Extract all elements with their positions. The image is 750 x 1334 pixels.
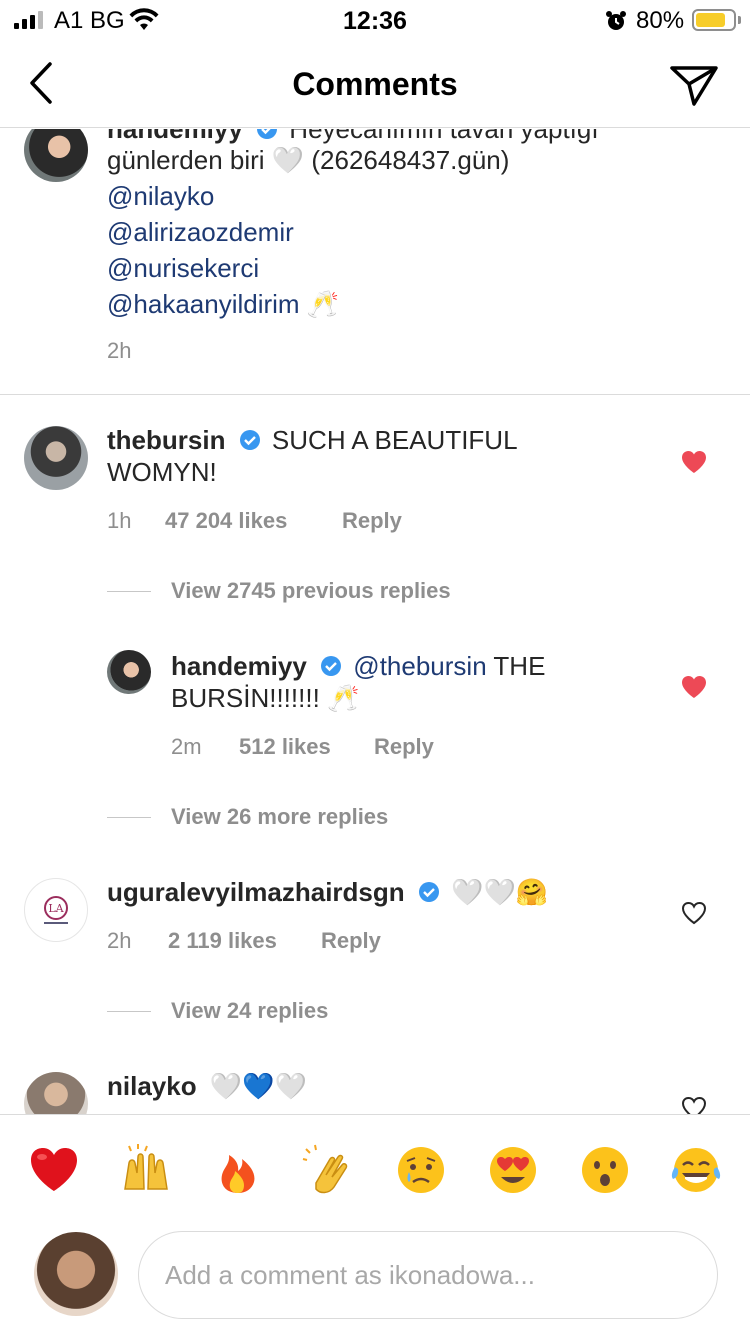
mention-link[interactable]: @hakaanyildirim: [107, 289, 300, 319]
avatar[interactable]: [24, 129, 88, 182]
likes-count[interactable]: 2 119 likes: [168, 928, 277, 954]
thread-line: [107, 1010, 151, 1012]
view-replies[interactable]: View 24 replies: [107, 998, 328, 1024]
reply-text: THE: [493, 651, 546, 681]
avatar[interactable]: LA: [24, 878, 88, 942]
battery-percent: 80%: [636, 7, 685, 34]
tears-of-joy-emoji-button[interactable]: [669, 1143, 723, 1197]
heart-outline-icon[interactable]: [680, 900, 708, 926]
reply-label: Reply: [342, 508, 402, 533]
crying-face-emoji-button[interactable]: [394, 1143, 448, 1197]
reply-button[interactable]: Reply: [321, 928, 381, 954]
comment-input[interactable]: [138, 1231, 718, 1319]
comment-text-line1: nilayko 🤍💙🤍: [107, 1068, 307, 1104]
salon-logo-icon: LA: [44, 896, 68, 924]
view-replies-label: View 26 more replies: [171, 804, 389, 829]
reply-label: Reply: [321, 928, 381, 953]
battery-icon: [692, 9, 736, 31]
comment-username[interactable]: thebursin: [107, 425, 225, 455]
caption-divider: [0, 394, 750, 395]
comment-username[interactable]: nilayko: [107, 1071, 197, 1101]
reply-button[interactable]: Reply: [374, 734, 434, 760]
comments-feed[interactable]: handemiyy Heyecanımın tavan yaptığı günl…: [0, 129, 750, 1114]
champagne-emoji: 🥂: [306, 289, 340, 319]
mention-link[interactable]: @alirizaozdemir: [107, 214, 294, 250]
likes-count-text: 47 204 likes: [165, 508, 288, 533]
heart-outline-icon[interactable]: [680, 1095, 708, 1114]
quick-emoji-bar: [0, 1114, 750, 1224]
reply-text-line1: handemiyy @thebursin THE: [171, 648, 545, 684]
reply-text-line2: BURSİN!!!!!!! 🥂: [171, 680, 359, 716]
raising-hands-emoji-button[interactable]: [119, 1143, 173, 1197]
heart-eyes-emoji-button[interactable]: [486, 1143, 540, 1197]
verified-badge-icon: [418, 882, 439, 902]
comment-text-line1: thebursin SUCH A BEAUTIFUL: [107, 422, 518, 458]
comment-timestamp: 2h: [107, 928, 132, 953]
avatar[interactable]: [24, 426, 88, 490]
battery-tip: [738, 16, 741, 24]
reply-button[interactable]: Reply: [342, 508, 402, 534]
caption-text-line2: günlerden biri 🤍 (262648437.gün): [107, 145, 510, 175]
battery-level: [696, 13, 725, 27]
mention-link[interactable]: @thebursin: [353, 651, 486, 681]
likes-count-text: 2 119 likes: [168, 928, 277, 953]
heart-filled-icon[interactable]: [680, 449, 708, 475]
reply-timestamp: 2m: [171, 734, 202, 759]
champagne-emoji: 🥂: [327, 683, 360, 713]
clapping-hands-emoji-button[interactable]: [302, 1143, 356, 1197]
thread-line: [107, 590, 151, 592]
reply-text-continued: BURSİN!!!!!!!: [171, 683, 320, 713]
avatar[interactable]: [24, 1072, 88, 1114]
likes-count[interactable]: 512 likes: [239, 734, 331, 760]
mention-line: @hakaanyildirim 🥂: [107, 286, 339, 322]
comment-text-line1: uguralevyilmazhairdsgn 🤍🤍🤗: [107, 874, 548, 910]
comment-timestamp: 1h: [107, 508, 132, 533]
reply-label: Reply: [374, 734, 434, 759]
likes-count-text: 512 likes: [239, 734, 331, 759]
comment-text: 🤍🤍🤗: [451, 877, 549, 907]
view-replies-label: View 2745 previous replies: [171, 578, 451, 603]
comment-text: 🤍💙🤍: [209, 1071, 307, 1101]
thread-line: [107, 816, 151, 818]
comment-text: SUCH A BEAUTIFUL: [271, 425, 518, 455]
heart-emoji-button[interactable]: [27, 1143, 81, 1197]
comment-composer: [0, 1224, 750, 1334]
paper-plane-icon: [670, 66, 718, 106]
mention-link[interactable]: @nurisekerci: [107, 250, 259, 286]
mention-link[interactable]: @nilayko: [107, 178, 214, 214]
fire-emoji-button[interactable]: [211, 1143, 265, 1197]
comments-header: Comments: [0, 40, 750, 128]
view-more-replies[interactable]: View 26 more replies: [107, 804, 388, 830]
comment-username[interactable]: uguralevyilmazhairdsgn: [107, 877, 405, 907]
view-replies-label: View 24 replies: [171, 998, 329, 1023]
view-previous-replies[interactable]: View 2745 previous replies: [107, 578, 451, 604]
share-button[interactable]: [668, 62, 720, 108]
reply-username[interactable]: handemiyy: [171, 651, 307, 681]
heart-filled-icon[interactable]: [680, 674, 708, 700]
likes-count[interactable]: 47 204 likes: [165, 508, 287, 534]
verified-badge-icon: [257, 129, 278, 139]
current-user-avatar[interactable]: [34, 1232, 118, 1316]
svg-text:LA: LA: [48, 902, 64, 915]
caption-timestamp: 2h: [107, 338, 132, 363]
status-bar: A1 BG 12:36 80%: [0, 0, 750, 40]
surprised-face-emoji-button[interactable]: [578, 1143, 632, 1197]
alarm-clock-icon: [606, 11, 626, 30]
verified-badge-icon: [239, 430, 260, 450]
comment-text-line2: WOMYN!: [107, 457, 217, 487]
verified-badge-icon: [321, 656, 342, 676]
page-title: Comments: [292, 66, 458, 102]
avatar[interactable]: [107, 650, 151, 694]
